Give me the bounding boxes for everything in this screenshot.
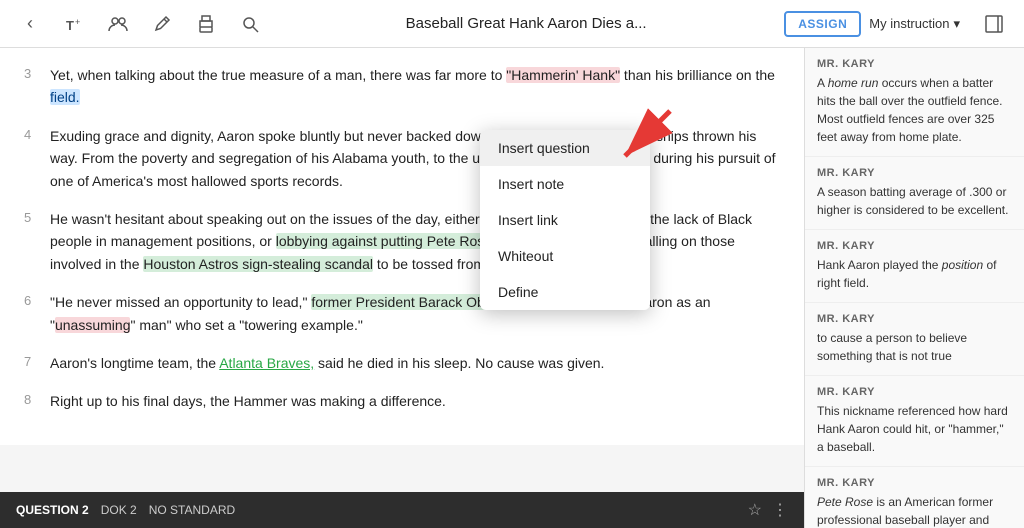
para-num-8: 8 [24,390,40,412]
panel-toggle-button[interactable] [976,6,1012,42]
sidebar-text-2: Hank Aaron played the position of right … [817,256,1012,292]
sidebar-label-5: MR. KARY [817,477,1012,489]
para-num-6: 6 [24,291,40,336]
chevron-down-icon: ▾ [953,16,960,32]
search-button[interactable] [232,6,268,42]
print-button[interactable] [188,6,224,42]
article-area: 3 Yet, when talking about the true measu… [0,48,804,445]
para-num-7: 7 [24,352,40,374]
paragraph-6: 6 "He never missed an opportunity to lea… [24,291,780,336]
sidebar-label-3: MR. KARY [817,313,1012,325]
text-tool-button[interactable]: T+ [56,6,92,42]
highlight-field: field. [50,89,80,105]
para-text-6: "He never missed an opportunity to lead,… [50,291,780,336]
standard-label: NO STANDARD [149,503,235,517]
my-instruction-label: My instruction [869,16,949,31]
main-layout: 3 Yet, when talking about the true measu… [0,48,1024,528]
para-num-4: 4 [24,125,40,192]
sidebar-label-4: MR. KARY [817,386,1012,398]
context-menu-insert-note[interactable]: Insert note [480,166,650,202]
para-text-3: Yet, when talking about the true measure… [50,64,780,109]
highlight-unassuming: unassuming [55,317,131,333]
context-menu: Insert question Insert note Insert link … [480,130,650,310]
context-menu-define[interactable]: Define [480,274,650,310]
para-num-5: 5 [24,208,40,275]
paragraph-3: 3 Yet, when talking about the true measu… [24,64,780,109]
highlight-astros: Houston Astros sign-stealing scandal [143,256,373,272]
paragraph-4: 4 Exuding grace and dignity, Aaron spoke… [24,125,780,192]
svg-text:T: T [66,18,74,33]
paragraph-7: 7 Aaron's longtime team, the Atlanta Bra… [24,352,780,374]
para-text-7: Aaron's longtime team, the Atlanta Brave… [50,352,604,374]
right-sidebar: MR. KARY A home run occurs when a batter… [804,48,1024,528]
sidebar-block-3: MR. KARY to cause a person to believe so… [805,303,1024,376]
sidebar-block-1: MR. KARY A season batting average of .30… [805,157,1024,230]
sidebar-label-0: MR. KARY [817,58,1012,70]
sidebar-text-3: to cause a person to believe something t… [817,329,1012,365]
star-icon[interactable]: ☆ [748,500,762,520]
question-label: QUESTION 2 [16,503,89,517]
article-wrapper: 3 Yet, when talking about the true measu… [0,48,804,528]
sidebar-text-4: This nickname referenced how hard Hank A… [817,402,1012,456]
sidebar-text-1: A season batting average of .300 or high… [817,183,1012,219]
para-num-3: 3 [24,64,40,109]
context-menu-insert-link[interactable]: Insert link [480,202,650,238]
compose-button[interactable] [144,6,180,42]
context-menu-whiteout[interactable]: Whiteout [480,238,650,274]
my-instruction-dropdown[interactable]: My instruction ▾ [869,16,960,32]
question-bar-icons: ☆ ⋮ [748,500,788,520]
question-bar: QUESTION 2 DOK 2 NO STANDARD ☆ ⋮ [0,492,804,528]
sidebar-label-1: MR. KARY [817,167,1012,179]
para-text-5: He wasn't hesitant about speaking out on… [50,208,780,275]
top-nav: ‹ T+ Baseball Great Hank Aaron Dies a...… [0,0,1024,48]
context-menu-insert-question[interactable]: Insert question [480,130,650,166]
paragraph-8: 8 Right up to his final days, the Hammer… [24,390,780,412]
back-button[interactable]: ‹ [12,6,48,42]
paragraph-5: 5 He wasn't hesitant about speaking out … [24,208,780,275]
para-text-8: Right up to his final days, the Hammer w… [50,390,446,412]
para-text-4: Exuding grace and dignity, Aaron spoke b… [50,125,780,192]
highlight-atlanta-braves: Atlanta Braves, [219,355,314,371]
sidebar-block-0: MR. KARY A home run occurs when a batter… [805,48,1024,157]
assign-button[interactable]: ASSIGN [784,11,861,37]
sidebar-block-5: MR. KARY Pete Rose is an American former… [805,467,1024,528]
dok-label: DOK 2 [101,503,137,517]
sidebar-block-4: MR. KARY This nickname referenced how ha… [805,376,1024,467]
more-options-icon[interactable]: ⋮ [772,500,788,520]
sidebar-block-2: MR. KARY Hank Aaron played the position … [805,230,1024,303]
sidebar-text-5: Pete Rose is an American former professi… [817,493,1012,528]
article-title: Baseball Great Hank Aaron Dies a... [276,15,776,32]
sidebar-text-0: A home run occurs when a batter hits the… [817,74,1012,146]
sidebar-label-2: MR. KARY [817,240,1012,252]
svg-text:+: + [75,17,80,27]
people-button[interactable] [100,6,136,42]
highlight-hammerin-hank: "Hammerin' Hank" [506,67,620,83]
